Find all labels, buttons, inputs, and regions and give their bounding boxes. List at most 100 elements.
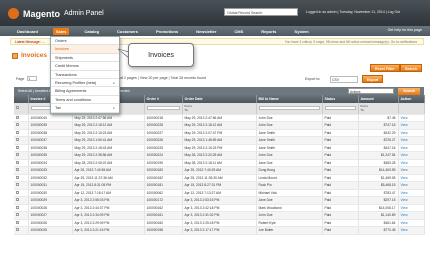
row-select-cell[interactable] — [14, 159, 29, 167]
menu-item-credit-memos[interactable]: Credit Memos — [51, 62, 119, 71]
menu-item-terms-and-conditions[interactable]: Terms and conditions — [51, 96, 119, 105]
table-row[interactable]: 100000033 Apr 25, 2013 7:40:55 AM 10000018… — [14, 166, 425, 175]
column-header[interactable]: Action — [398, 95, 425, 103]
row-checkbox[interactable] — [16, 160, 19, 164]
row-select-cell[interactable] — [14, 114, 29, 122]
row-select-cell[interactable] — [14, 204, 29, 212]
export-button[interactable]: Export — [362, 75, 384, 83]
nav-item-customers[interactable]: Customers — [114, 28, 141, 35]
row-checkbox[interactable] — [16, 213, 19, 217]
view-link[interactable]: View — [398, 181, 425, 190]
row-select-cell[interactable] — [14, 189, 29, 197]
table-row[interactable]: 100000029 Apr 3, 2013 2:55:03 PM 100000172… — [14, 196, 425, 205]
table-row[interactable]: 100000037 May 29, 2013 1:50:41 AM 10000022… — [14, 136, 425, 145]
row-checkbox[interactable] — [16, 183, 19, 187]
nav-item-newsletter[interactable]: Newsletter — [193, 28, 219, 35]
view-link[interactable]: View — [398, 136, 425, 145]
table-row[interactable]: 100000036 May 29, 2013 2:18:43 AM 10000022… — [14, 144, 425, 152]
row-checkbox[interactable] — [16, 153, 19, 157]
view-link[interactable]: View — [398, 174, 425, 182]
row-checkbox[interactable] — [16, 220, 19, 224]
latest-message[interactable]: Latest Message: ... — [15, 40, 45, 44]
view-link[interactable]: View — [398, 189, 425, 197]
row-checkbox[interactable] — [16, 228, 19, 232]
row-select-cell[interactable] — [14, 121, 29, 130]
table-row[interactable]: 100000028 Apr 3, 2013 2:44:37 PM 100000162… — [14, 204, 425, 212]
row-checkbox[interactable] — [16, 130, 19, 134]
row-checkbox[interactable] — [16, 205, 19, 209]
row-checkbox[interactable] — [16, 190, 19, 194]
table-row[interactable]: 100000039 May 29, 2013 2:18:12 AM 10000022… — [14, 121, 425, 130]
view-link[interactable]: View — [398, 226, 425, 235]
view-link[interactable]: View — [398, 114, 425, 122]
page-input[interactable]: 1 — [27, 76, 38, 81]
menu-item-recurring-profiles-beta[interactable]: Recurring Profiles (beta) ▸ — [51, 79, 119, 88]
filter-amount[interactable]: From: To: — [358, 103, 399, 115]
menu-item-billing-agreements[interactable]: Billing Agreements — [51, 87, 119, 96]
filter-order-number[interactable] — [144, 103, 183, 115]
row-select-cell[interactable] — [14, 151, 29, 160]
view-link[interactable]: View — [398, 204, 425, 212]
table-row[interactable]: 100000040 May 29, 2013 2:47:56 AM 10000021… — [14, 114, 425, 122]
row-select-cell[interactable] — [14, 129, 29, 137]
column-header[interactable]: Order # — [144, 95, 183, 103]
filter-bill-to-name[interactable] — [256, 103, 323, 115]
row-checkbox[interactable] — [16, 123, 19, 127]
table-row[interactable]: 100000034 May 28, 2013 2:08:22 AM 10000019… — [14, 159, 425, 167]
filter-mass-select[interactable] — [14, 103, 29, 115]
nav-item-promotions[interactable]: Promotions — [153, 28, 181, 35]
reset-filter-button[interactable]: Reset Filter — [370, 64, 400, 72]
row-checkbox[interactable] — [16, 175, 19, 179]
column-header[interactable]: Status — [322, 95, 359, 103]
checkbox[interactable] — [16, 106, 19, 110]
nav-item-sales[interactable]: Sales — [52, 27, 70, 35]
view-link[interactable]: View — [398, 151, 425, 160]
table-row[interactable]: 100000026 Apr 3, 2013 2:29:09 PM 100000160… — [14, 219, 425, 227]
table-row[interactable]: 100000032 Apr 25, 2013 11:37:36 AM 1000001… — [14, 174, 425, 182]
row-select-cell[interactable] — [14, 136, 29, 145]
help-link[interactable]: Get help for this page — [388, 28, 422, 32]
export-format-select[interactable]: CSV — [330, 76, 358, 83]
row-checkbox[interactable] — [16, 198, 19, 202]
massaction-submit-button[interactable]: Submit — [398, 87, 420, 95]
messages-summary[interactable]: You have 3 critical, 9 major, 98 minor a… — [285, 40, 417, 44]
view-link[interactable]: View — [398, 159, 425, 167]
search-button[interactable]: Search — [400, 64, 422, 72]
row-select-cell[interactable] — [14, 144, 29, 152]
filter-status[interactable] — [322, 103, 359, 115]
nav-item-dashboard[interactable]: Dashboard — [14, 28, 41, 35]
menu-item-invoices[interactable]: Invoices — [51, 45, 119, 54]
view-link[interactable]: View — [398, 219, 425, 227]
row-select-cell[interactable] — [14, 211, 29, 220]
row-select-cell[interactable] — [14, 181, 29, 190]
row-select-cell[interactable] — [14, 226, 29, 235]
row-checkbox[interactable] — [16, 115, 19, 119]
nav-item-cms[interactable]: CMS — [231, 28, 246, 35]
nav-item-system[interactable]: System — [291, 28, 311, 35]
table-row[interactable]: 100000025 Apr 3, 2013 2:21:16 PM 100000158… — [14, 226, 425, 235]
view-link[interactable]: View — [398, 196, 425, 205]
view-link[interactable]: View — [398, 166, 425, 175]
view-link[interactable]: View — [398, 129, 425, 137]
table-row[interactable]: 100000038 May 29, 2013 2:15:23 AM 10000022… — [14, 129, 425, 137]
row-checkbox[interactable] — [16, 145, 19, 149]
menu-item-shipments[interactable]: Shipments — [51, 54, 119, 63]
column-header[interactable]: Amount — [358, 95, 399, 103]
menu-item-tax[interactable]: Tax ▸ — [51, 104, 119, 113]
magento-logo[interactable]: Magento Admin Panel — [8, 8, 104, 19]
global-search-input[interactable]: Global Record Search — [224, 8, 298, 16]
row-select-cell[interactable] — [14, 219, 29, 227]
column-header[interactable]: Order Date — [182, 95, 257, 103]
row-checkbox[interactable] — [16, 168, 19, 172]
row-select-cell[interactable] — [14, 166, 29, 175]
view-link[interactable]: View — [398, 121, 425, 130]
menu-item-transactions[interactable]: Transactions — [51, 71, 119, 79]
view-link[interactable]: View — [398, 144, 425, 152]
massaction-select[interactable]: Actions — [348, 88, 394, 94]
table-row[interactable]: 100000027 Apr 3, 2013 2:34:09 PM 100000161… — [14, 211, 425, 220]
row-checkbox[interactable] — [16, 138, 19, 142]
menu-item-orders[interactable]: Orders — [51, 37, 119, 46]
row-select-cell[interactable] — [14, 196, 29, 205]
row-select-cell[interactable] — [14, 174, 29, 182]
filter-order-date[interactable]: From: To: — [182, 103, 257, 115]
